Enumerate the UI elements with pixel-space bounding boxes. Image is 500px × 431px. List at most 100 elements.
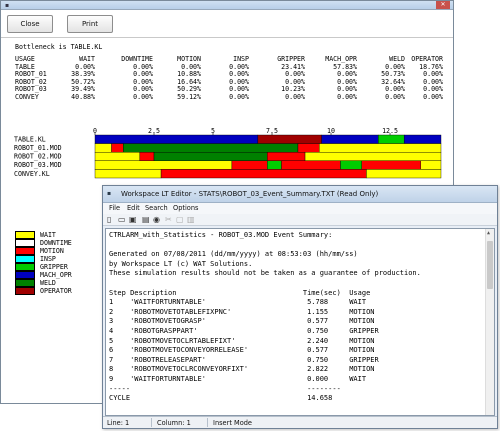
editor-status-bar: Line: 1 Column: 1 Insert Mode [103, 416, 497, 428]
editor-line: 1 'WAITFORTURNTABLE' 5.788 WAIT [109, 298, 367, 307]
timeline-segment [361, 160, 421, 170]
cell: 40.88% [71, 92, 95, 101]
row-label: ROBOT_03.MOD [14, 161, 62, 169]
legend-swatch [15, 255, 35, 263]
cell: 0.00% [133, 92, 153, 101]
timeline-segment [153, 152, 268, 162]
menu-search[interactable]: Search [145, 204, 168, 212]
timeline-segment [111, 143, 124, 153]
menu-bar: File Edit Search Options [103, 203, 497, 214]
editor-window-title: Workspace LT Editor - STATS\ROBOT_03_Eve… [121, 190, 379, 198]
cut-icon[interactable]: ✂ [165, 215, 172, 225]
legend-label: WAIT [40, 231, 56, 239]
timeline-segment [304, 152, 442, 162]
vertical-scrollbar[interactable]: ▲ [485, 229, 494, 415]
row-label: CONVEY [15, 92, 39, 101]
editor-line: These simulation results should not be t… [109, 269, 421, 278]
timeline-segment [257, 134, 322, 144]
editor-line: 4 'ROBOTGRASPPART' 0.750 GRIPPER [109, 327, 379, 335]
editor-toolbar: ▯ ▭ ▣ ▤ ◉ ✂ ▢ ▥ [103, 214, 497, 226]
timeline-segment [94, 152, 141, 162]
cell: 0.00% [385, 92, 405, 101]
print-icon[interactable]: ▤ [142, 215, 150, 225]
legend-swatch [15, 279, 35, 287]
paste-icon[interactable]: ▥ [187, 215, 195, 225]
timeline-segment [267, 160, 282, 170]
editor-line: Generated on 07/08/2011 (dd/mm/yyyy) at … [109, 250, 358, 259]
close-icon[interactable]: ✕ [436, 1, 450, 9]
status-divider [151, 418, 152, 427]
timeline-segment [378, 134, 405, 144]
editor-line: CTRLARM_with_Statistics - ROBOT_03.MOD E… [109, 231, 333, 239]
editor-text-area[interactable]: ▲ CTRLARM_with_Statistics - ROBOT_03.MOD… [105, 228, 495, 416]
legend-swatch [15, 263, 35, 271]
scroll-up-icon[interactable]: ▲ [487, 230, 490, 236]
utilization-row: CONVEY 40.88% 0.00% 59.12% 0.00% 0.00% 0.00% 0.… [15, 92, 445, 102]
timeline-segment [160, 169, 367, 179]
menu-edit[interactable]: Edit [127, 204, 140, 212]
timeline-segment [94, 143, 112, 153]
legend-swatch [15, 247, 35, 255]
timeline-segment [319, 143, 442, 153]
legend-label: WELD [40, 279, 56, 287]
menu-options[interactable]: Options [173, 204, 198, 212]
timeline-segment [403, 134, 442, 144]
timeline-segment [321, 134, 379, 144]
status-mode: Insert Mode [213, 419, 252, 427]
menu-file[interactable]: File [109, 204, 120, 212]
app-icon: ▪ [5, 2, 10, 9]
scrollbar-thumb[interactable] [487, 241, 493, 289]
statistics-window-titlebar: ▪ ✕ [1, 1, 453, 10]
row-label: ROBOT_01.MOD [14, 144, 62, 152]
legend-label: DOWNTIME [40, 239, 72, 247]
legend-label: MOTION [40, 247, 64, 255]
legend-swatch [15, 231, 35, 239]
row-label: TABLE.KL [14, 135, 46, 143]
editor-line: 3 'ROBOTMOVETOGRASP' 0.577 MOTION [109, 317, 375, 326]
editor-line: 5 'ROBOTMOVETOCLRTABLEFIXT' 2.240 MOTION [109, 336, 375, 345]
cell: 59.12% [177, 92, 201, 101]
row-label: CONVEY.KL [14, 170, 50, 178]
editor-window-titlebar: ▪ Workspace LT Editor - STATS\ROBOT_03_E… [103, 186, 497, 203]
bottleneck-text: Bottleneck is TABLE.KL [15, 43, 103, 51]
legend-label: GRIPPER [40, 263, 68, 271]
editor-line: CYCLE 14.658 [109, 394, 333, 403]
editor-line: Step Description Time(sec) Usage [109, 288, 371, 297]
print-button[interactable]: Print [67, 15, 113, 33]
legend-swatch [15, 287, 35, 295]
find-icon[interactable]: ◉ [153, 215, 160, 225]
timeline-segment [267, 152, 306, 162]
utilization-table: USAGE WAIT DOWNTIME MOTION INSP GRIPPER MACH_O… [15, 55, 445, 102]
legend-swatch [15, 271, 35, 279]
save-icon[interactable]: ▣ [129, 215, 137, 225]
legend-label: INSP [40, 255, 56, 263]
editor-line: 9 'WAITFORTURNTABLE' 0.000 WAIT [109, 375, 367, 383]
legend-label: MACH_OPR [40, 271, 72, 279]
cell: 0.00% [229, 92, 249, 101]
new-file-icon[interactable]: ▯ [107, 215, 111, 225]
status-line: Line: 1 [107, 419, 130, 427]
editor-line: 2 'ROBOTMOVETOTABLEFIXPNC' 1.155 MOTION [109, 307, 375, 316]
editor-line: 7 'ROBOTRELEASEPART' 0.750 GRIPPER [109, 355, 379, 364]
timeline-segment [420, 160, 442, 170]
cell: 0.00% [423, 92, 443, 101]
timeline-segment [366, 169, 442, 179]
editor-line: 6 'ROBOTMOVETOCONVEYORRELEASE' 0.577 MOT… [109, 346, 375, 355]
timeline-segment [94, 134, 259, 144]
editor-line: by Workspace LT (c) WAT Solutions. [109, 259, 253, 268]
close-button[interactable]: Close [7, 15, 53, 33]
editor-line: ----- -------- [109, 384, 341, 393]
open-folder-icon[interactable]: ▭ [118, 215, 126, 225]
cell: 0.00% [285, 92, 305, 101]
status-column: Column: 1 [157, 419, 191, 427]
timeline-segment [94, 169, 162, 179]
editor-line: 8 'ROBOTMOVETOCLRCONVEYORFIXT' 2.822 MOT… [109, 365, 375, 374]
status-divider [207, 418, 208, 427]
timeline-segment [297, 143, 320, 153]
copy-icon[interactable]: ▢ [176, 215, 184, 225]
editor-app-icon: ▪ [107, 190, 112, 197]
timeline-segment [231, 160, 268, 170]
legend-label: OPERATOR [40, 287, 72, 295]
toolbar-divider [1, 37, 453, 38]
timeline-segment [281, 160, 341, 170]
